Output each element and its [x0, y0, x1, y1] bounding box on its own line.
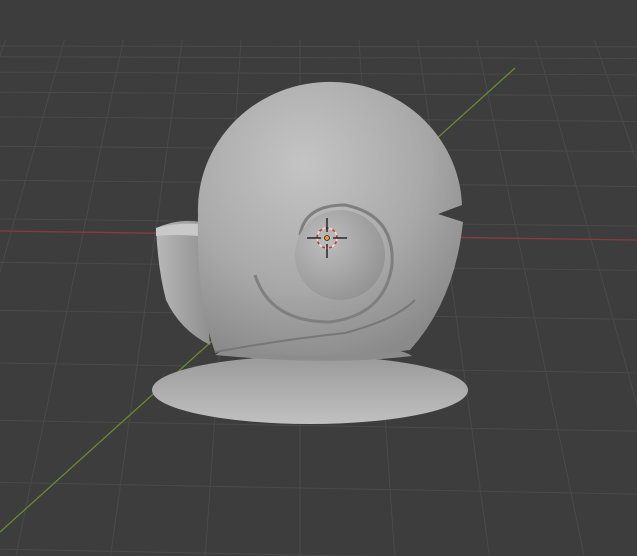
3d-viewport[interactable] — [0, 0, 637, 556]
grid-line-depth — [0, 39, 6, 58]
grid-line-horizontal — [0, 56, 637, 60]
grid-line-horizontal — [0, 71, 637, 76]
object-origin-icon — [324, 235, 330, 241]
snail-shell-mesh[interactable] — [152, 81, 468, 424]
shell-base[interactable] — [152, 356, 468, 424]
grid-line-depth — [476, 39, 585, 556]
shell-lip-top — [156, 223, 200, 236]
shell-whorl — [295, 210, 385, 300]
grid-line-horizontal — [0, 548, 373, 556]
grid-line-depth — [594, 39, 637, 164]
viewport-canvas[interactable] — [0, 0, 637, 556]
grid-line-horizontal — [0, 481, 637, 495]
grid-line-horizontal — [0, 45, 637, 48]
